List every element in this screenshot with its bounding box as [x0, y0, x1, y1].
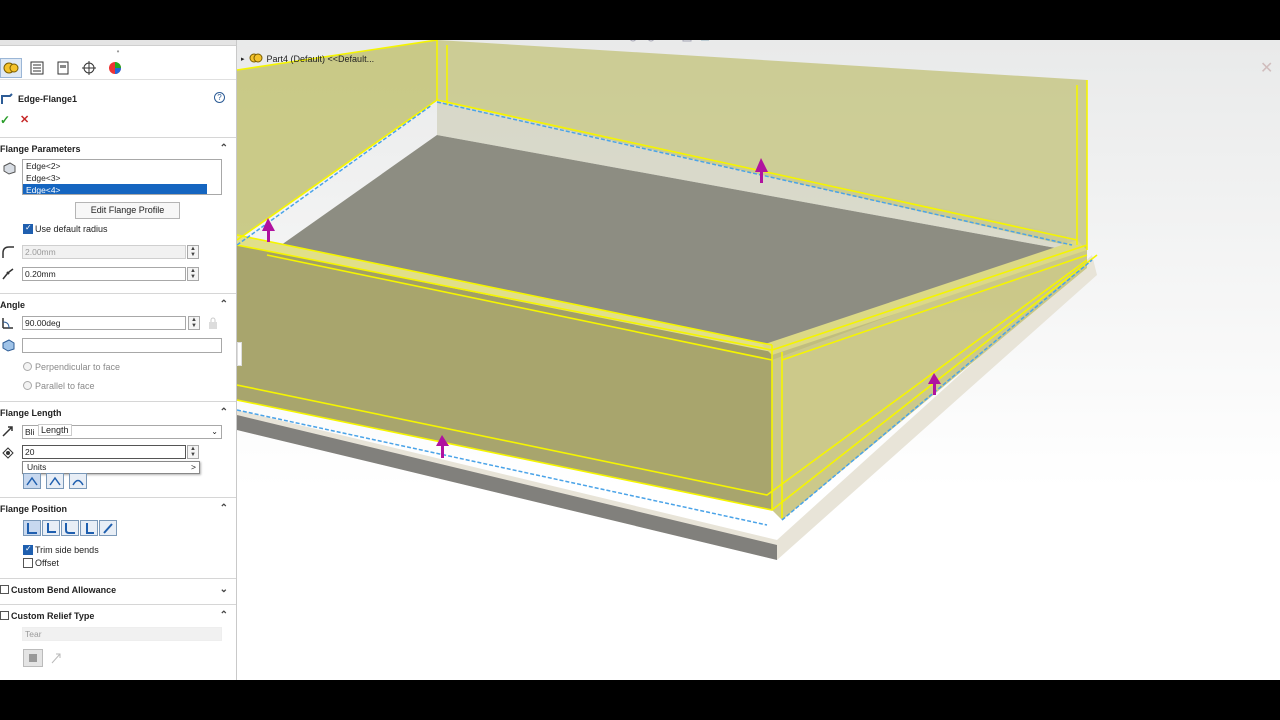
custom-relief-type-row: Custom Relief Type [0, 611, 94, 621]
property-manager: • Edge-Flange1 ? ✓ ✕ Flange Parameters ⌃… [0, 40, 237, 680]
custom-bend-allowance-title: Custom Bend Allowance [11, 584, 117, 595]
radius-spinner[interactable]: ▲ ▼ [187, 245, 199, 259]
reverse-direction-icon[interactable] [1, 424, 15, 438]
flange-parameters-title: Flange Parameters [0, 143, 81, 154]
chevron-down-icon[interactable]: ⌄ [211, 426, 218, 438]
property-manager-tab-icon[interactable] [0, 58, 22, 78]
solidworks-window: • Edge-Flange1 ? ✓ ✕ Flange Parameters ⌃… [0, 40, 1280, 680]
gap-distance-field[interactable]: 0.20mm [22, 267, 186, 281]
flange-length-title: Flange Length [0, 407, 62, 418]
flange-length-header[interactable]: Flange Length ⌃ [0, 401, 236, 423]
flange-position-title: Flange Position [0, 503, 68, 514]
previous-view-icon[interactable] [663, 40, 675, 44]
parallel-radio[interactable] [23, 381, 32, 390]
graphics-viewport[interactable]: ▸ Part4 (Default) <<Default... ✕ [237, 40, 1280, 680]
edges-list[interactable]: Edge<2> Edge<3> Edge<4> [22, 159, 222, 195]
material-outside-button[interactable] [42, 520, 60, 536]
end-condition-value: Bli [25, 427, 35, 437]
feature-tree-tab-icon[interactable] [26, 58, 48, 78]
part-tree-label: Part4 (Default) <<Default... [266, 54, 375, 64]
tangent-bend-button[interactable] [69, 473, 87, 489]
edge-select-icon [2, 161, 16, 175]
custom-relief-type-header[interactable]: Custom Relief Type ⌃ [0, 604, 236, 626]
tangent-to-bend-button[interactable] [99, 520, 117, 536]
angle-header[interactable]: Angle ⌃ [0, 293, 236, 315]
angle-spinner[interactable]: ▲ ▼ [188, 316, 200, 330]
bend-from-virtual-sharp-button[interactable] [80, 520, 98, 536]
parallel-label: Parallel to face [35, 381, 95, 391]
material-inside-button[interactable] [23, 520, 41, 536]
panel-collapse-handle[interactable] [237, 342, 242, 366]
offset-checkbox[interactable] [23, 558, 33, 568]
trim-side-bends-checkbox[interactable] [23, 544, 33, 555]
flange-angle-icon [1, 316, 15, 330]
outer-virtual-sharp-button[interactable] [23, 473, 41, 489]
gap-spinner[interactable]: ▲ ▼ [187, 267, 199, 281]
display-manager-tab-icon[interactable] [104, 58, 126, 78]
edge-flange-icon [0, 92, 14, 106]
flange-position-header[interactable]: Flange Position ⌃ [0, 497, 236, 519]
view-orientation-icon[interactable] [699, 40, 711, 44]
custom-relief-type-checkbox[interactable] [0, 611, 9, 620]
perpendicular-radio[interactable] [23, 362, 32, 371]
flange-parameters-header[interactable]: Flange Parameters ⌃ [0, 137, 236, 159]
part-icon [249, 52, 263, 66]
relief-rectangular-button[interactable] [23, 649, 43, 667]
length-tooltip: Length [38, 424, 72, 436]
face-select-icon [1, 338, 15, 352]
perpendicular-label: Perpendicular to face [35, 362, 121, 372]
expand-chevron-icon[interactable]: ⌄ [220, 584, 228, 595]
manager-tabs [0, 58, 236, 80]
help-icon[interactable]: ? [214, 92, 225, 103]
list-item[interactable]: Edge<4> [23, 184, 207, 194]
relief-type-select[interactable]: Tear [22, 627, 222, 641]
list-item[interactable]: Edge<2> [23, 160, 221, 172]
lock-icon[interactable] [206, 316, 220, 330]
gap-distance-icon [1, 267, 15, 281]
cancel-button[interactable]: ✕ [20, 113, 29, 126]
bend-outside-button[interactable] [61, 520, 79, 536]
flange-length-icon [1, 445, 15, 459]
collapse-chevron-icon[interactable]: ⌃ [220, 610, 228, 621]
use-default-radius-label: Use default radius [35, 224, 108, 234]
custom-bend-allowance-row: Custom Bend Allowance [0, 585, 116, 595]
panel-grip[interactable]: • [0, 46, 236, 58]
feature-tree-flyout[interactable]: ▸ Part4 (Default) <<Default... [241, 52, 374, 66]
close-icon[interactable]: ✕ [1260, 58, 1273, 78]
expand-arrow-icon[interactable]: ▸ [241, 55, 245, 63]
chevron-right-icon: > [191, 462, 196, 472]
list-item[interactable]: Edge<3> [23, 172, 221, 184]
feature-title: Edge-Flange1 [18, 94, 78, 104]
heads-up-toolbar [627, 40, 711, 44]
zoom-area-icon[interactable] [645, 40, 657, 44]
inner-virtual-sharp-button[interactable] [46, 473, 64, 489]
units-menu-label: Units [27, 462, 47, 472]
length-spinner[interactable]: ▲ ▼ [187, 445, 199, 459]
angle-title: Angle [0, 299, 26, 310]
collapse-chevron-icon[interactable]: ⌃ [220, 503, 228, 514]
edit-flange-profile-button[interactable]: Edit Flange Profile [75, 202, 180, 219]
dimxpert-tab-icon[interactable] [78, 58, 100, 78]
face-reference-field[interactable] [22, 338, 222, 353]
zoom-fit-icon[interactable] [627, 40, 639, 44]
model-view[interactable] [237, 40, 1280, 680]
flange-length-field[interactable]: 20 [22, 445, 186, 459]
collapse-chevron-icon[interactable]: ⌃ [220, 407, 228, 418]
custom-bend-allowance-header[interactable]: Custom Bend Allowance ⌄ [0, 578, 236, 600]
custom-relief-type-title: Custom Relief Type [11, 610, 95, 621]
offset-label: Offset [35, 558, 59, 568]
bend-radius-field[interactable]: 2.00mm [22, 245, 186, 259]
relief-tear-icon[interactable] [49, 651, 63, 665]
use-default-radius-checkbox[interactable] [23, 223, 33, 234]
ok-button[interactable]: ✓ [0, 113, 10, 127]
flange-angle-field[interactable]: 90.00deg [22, 316, 186, 330]
custom-bend-allowance-checkbox[interactable] [0, 585, 9, 594]
configuration-tab-icon[interactable] [52, 58, 74, 78]
collapse-chevron-icon[interactable]: ⌃ [220, 299, 228, 310]
bend-radius-icon [1, 245, 15, 259]
trim-side-bends-label: Trim side bends [35, 545, 99, 555]
section-view-icon[interactable] [681, 40, 693, 44]
collapse-chevron-icon[interactable]: ⌃ [220, 143, 228, 154]
